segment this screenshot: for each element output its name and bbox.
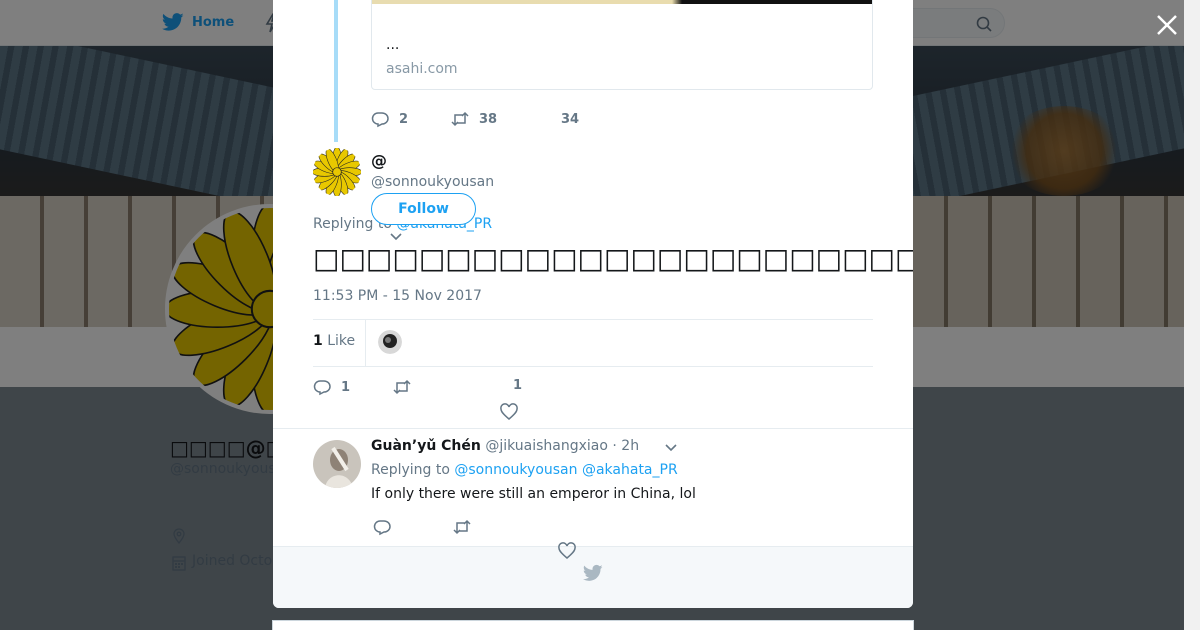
- likes-count: 1: [313, 333, 323, 349]
- retweet-icon: [393, 379, 411, 395]
- parent-tweet-actions: 2 38 34: [371, 110, 579, 128]
- follow-button[interactable]: Follow: [371, 193, 476, 225]
- replying-prefix: Replying to: [371, 462, 450, 478]
- reply-button[interactable]: 1: [313, 378, 350, 396]
- likes-stat[interactable]: 1 Like: [313, 333, 355, 349]
- reply-author-handle[interactable]: @jikuaishangxiao: [485, 438, 608, 454]
- twitter-bird-icon: [583, 564, 603, 581]
- tweet-modal: ... asahi.com 2 38 34 @ @sonnoukyousan R…: [273, 0, 913, 608]
- chrysanthemum-emblem-icon: [313, 148, 361, 196]
- divider: [313, 319, 873, 320]
- heart-icon[interactable]: [558, 542, 576, 560]
- reply-text: If only there were still an emperor in C…: [371, 486, 696, 502]
- reply-header: Guàn’yǔ Chén @jikuaishangxiao · 2h: [371, 438, 639, 454]
- reply-icon: [313, 380, 331, 396]
- reply-count: 1: [341, 379, 351, 395]
- reply-author-avatar[interactable]: [313, 440, 361, 488]
- heart-icon[interactable]: [500, 403, 518, 421]
- retweet-button[interactable]: 38: [451, 110, 551, 128]
- like-button[interactable]: 1: [503, 378, 522, 393]
- chevron-down-icon[interactable]: [663, 441, 679, 455]
- likes-label: Like: [327, 333, 356, 349]
- tweet-text: □□□□□□□□□□□□□□□□□□□□□□□□□□□□□□□□□□□□□□□□…: [313, 242, 913, 275]
- reply-icon[interactable]: [373, 518, 391, 536]
- like-count: 1: [513, 378, 523, 393]
- reply-author-name[interactable]: Guàn’yǔ Chén: [371, 438, 481, 454]
- tweet-timestamp[interactable]: 11:53 PM - 15 Nov 2017: [313, 288, 482, 304]
- tweet-author-avatar[interactable]: [313, 148, 361, 196]
- thread-connector: [334, 0, 338, 142]
- replying-to-link[interactable]: @akahata_PR: [582, 462, 678, 478]
- next-modal-edge: [272, 620, 914, 630]
- reply-icon: [371, 112, 389, 128]
- retweet-icon[interactable]: [453, 518, 471, 536]
- close-icon[interactable]: [1154, 12, 1180, 38]
- tweet-author-name[interactable]: @: [371, 151, 387, 170]
- card-image: [372, 0, 872, 4]
- page-scrollbar[interactable]: [1184, 0, 1200, 630]
- link-card[interactable]: ... asahi.com: [371, 0, 873, 90]
- tweet-author-handle[interactable]: @sonnoukyousan: [371, 174, 494, 190]
- like-count: 34: [561, 111, 580, 127]
- reply-time[interactable]: · 2h: [612, 438, 639, 454]
- retweet-button[interactable]: [393, 378, 411, 396]
- like-button[interactable]: 34: [551, 112, 579, 127]
- divider: [365, 320, 366, 366]
- divider: [313, 366, 873, 367]
- reply-count: 2: [399, 111, 409, 127]
- card-description: ...: [386, 37, 400, 53]
- card-domain: asahi.com: [386, 61, 458, 77]
- reply-button[interactable]: 2: [371, 110, 451, 128]
- retweet-count: 38: [479, 111, 498, 127]
- divider: [273, 428, 913, 429]
- reply-replying-to: Replying to @sonnoukyousan @akahata_PR: [371, 462, 678, 478]
- liker-avatar[interactable]: [378, 330, 402, 354]
- retweet-icon: [451, 111, 469, 127]
- replying-to-link[interactable]: @sonnoukyousan: [454, 462, 577, 478]
